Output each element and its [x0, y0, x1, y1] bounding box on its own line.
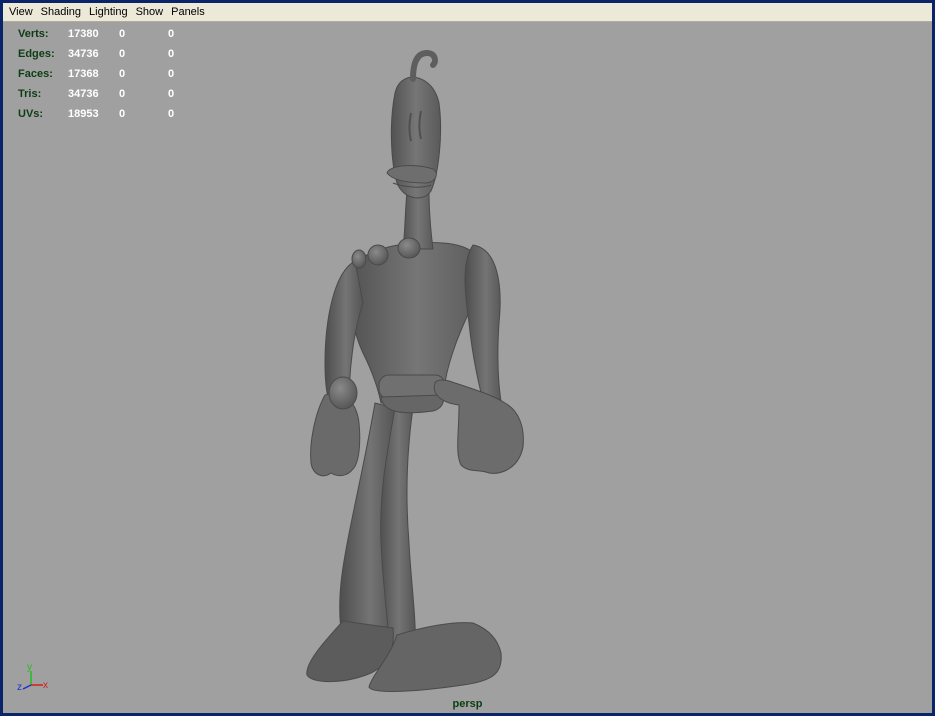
chest-button	[351, 249, 367, 269]
panel-menubar: View Shading Lighting Show Panels	[3, 3, 932, 22]
chest-button	[367, 244, 389, 266]
perspective-viewport[interactable]: Verts: 17380 0 0 Edges: 34736 0 0 Faces:…	[3, 23, 932, 713]
menu-lighting[interactable]: Lighting	[85, 3, 132, 22]
axis-x-label: x	[43, 680, 48, 691]
camera-name-label: persp	[452, 698, 483, 710]
menu-show[interactable]: Show	[132, 3, 168, 22]
axis-y-label: y	[27, 663, 32, 673]
axis-gizmo: y x z	[15, 662, 51, 695]
menu-shading[interactable]: Shading	[37, 3, 85, 22]
viewport-panel[interactable]: View Shading Lighting Show Panels Verts:…	[0, 0, 935, 716]
chest-button	[397, 237, 421, 259]
character-model[interactable]	[3, 23, 932, 713]
axis-gizmo-icon: y x z	[17, 662, 48, 693]
antenna	[410, 49, 438, 82]
menu-panels[interactable]: Panels	[167, 3, 209, 22]
axis-z-label: z	[17, 682, 22, 693]
left-thumb	[328, 376, 358, 410]
right-hand	[433, 379, 524, 474]
menu-view[interactable]: View	[5, 3, 37, 22]
mouth	[386, 165, 437, 184]
